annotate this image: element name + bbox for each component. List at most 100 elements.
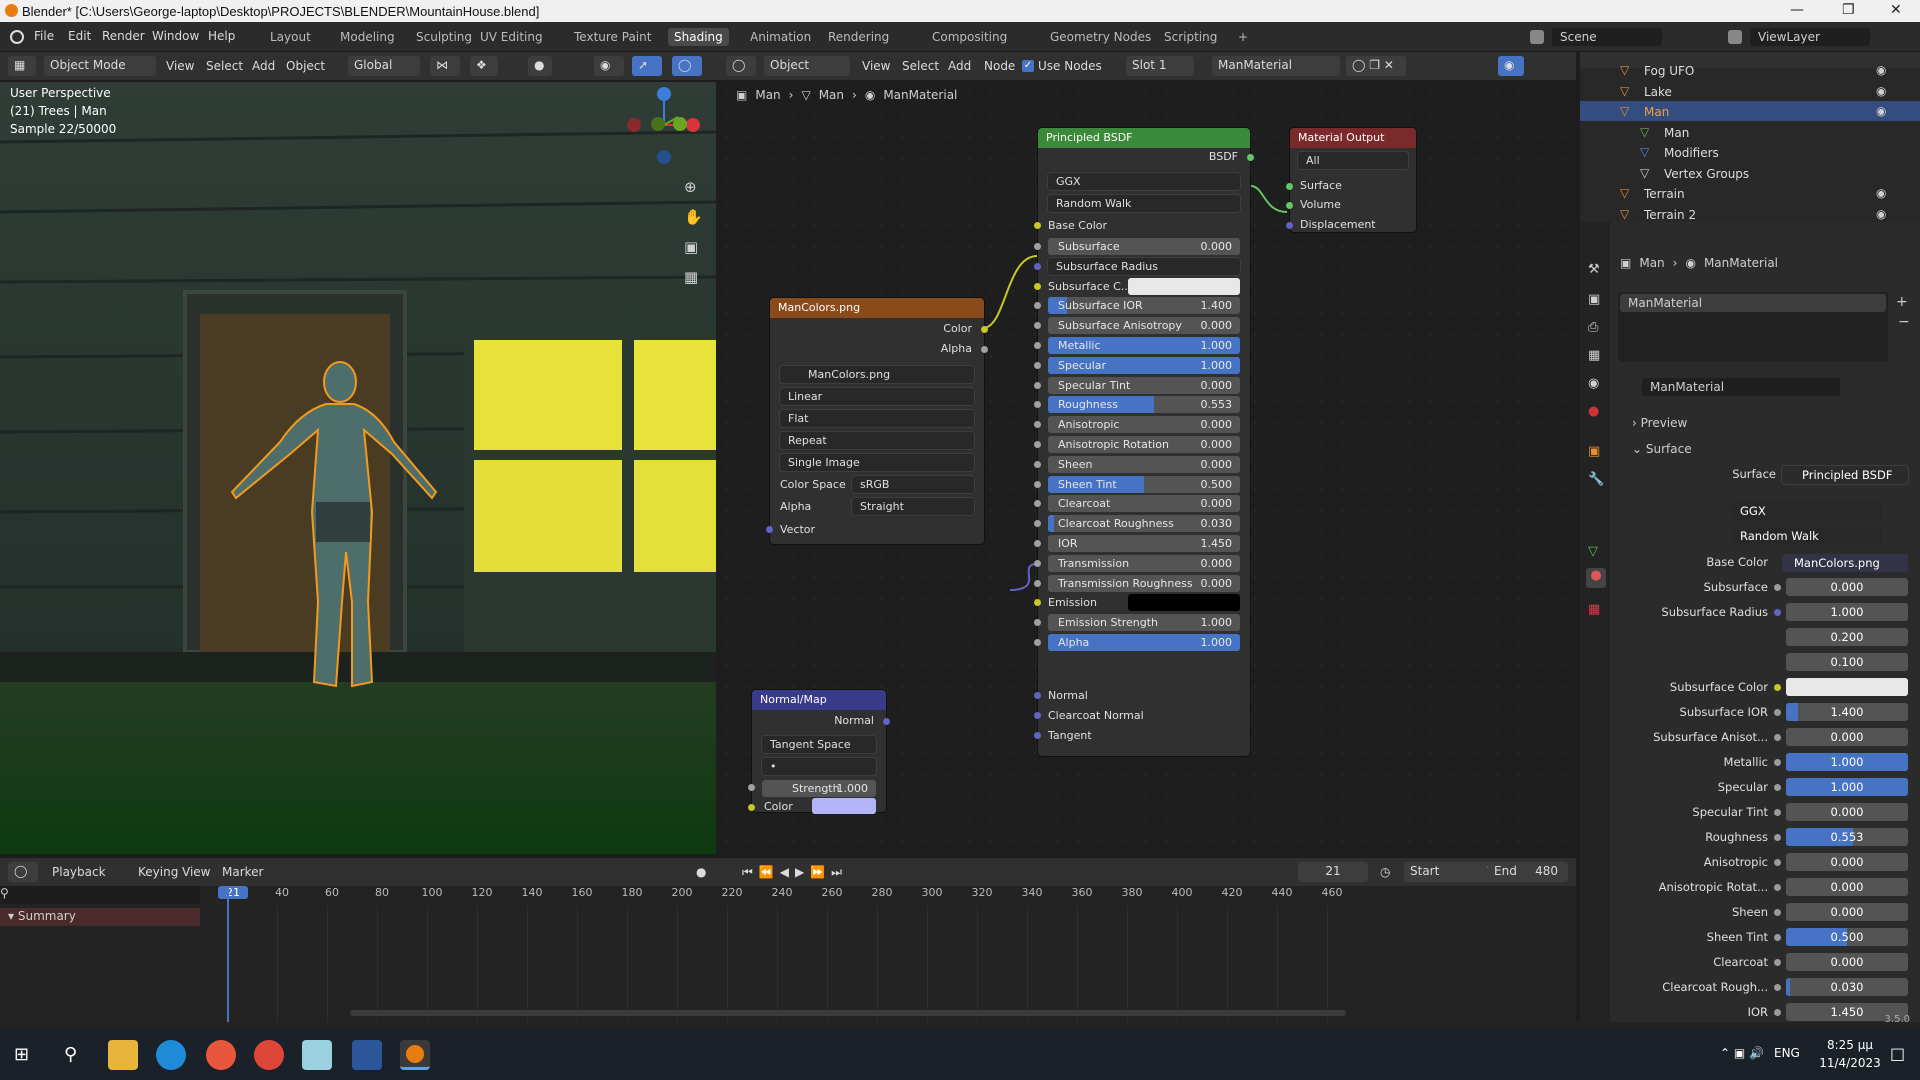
alpha-mode-dropdown[interactable]: Straight xyxy=(852,498,974,515)
projection-dropdown[interactable]: Flat xyxy=(780,410,974,427)
visibility-icon[interactable]: ◉ xyxy=(594,56,624,76)
surface-panel-header[interactable]: ⌄ Surface xyxy=(1632,442,1692,456)
render-tab-icon[interactable]: ▣ xyxy=(1588,292,1600,307)
close-icon[interactable]: ✕ xyxy=(1890,2,1902,18)
props-subsurface-radius-socket[interactable] xyxy=(1774,609,1781,616)
edge-icon[interactable] xyxy=(156,1040,186,1070)
data-tab-icon[interactable]: ▽ xyxy=(1588,544,1598,559)
socket-sheen[interactable] xyxy=(1034,460,1041,468)
socket-subsurface-radius[interactable] xyxy=(1034,262,1041,270)
props-metallic-field[interactable]: 1.000 xyxy=(1786,753,1908,771)
language-indicator[interactable]: ENG xyxy=(1774,1046,1800,1060)
outliner-row[interactable]: ▽ Vertex Groups xyxy=(1580,163,1920,183)
props-specular-field[interactable]: 1.000 xyxy=(1786,778,1908,796)
remove-slot-icon[interactable]: − xyxy=(1898,314,1910,330)
keying-menu[interactable]: Keying xyxy=(138,865,178,879)
normalmap-node-header[interactable]: Normal/Map xyxy=(752,690,886,710)
bsdf-ior-field[interactable]: IOR 1.450 xyxy=(1048,535,1240,552)
bsdf-alpha-field[interactable]: Alpha 1.000 xyxy=(1048,634,1240,651)
playback-controls[interactable]: ⏮⏪◀▶⏩⏭ xyxy=(742,865,848,880)
pan-hand-icon[interactable]: ✋ xyxy=(684,208,703,226)
props-sheen-field[interactable]: 0.000 xyxy=(1786,903,1908,921)
socket-clearcoat-roughness[interactable] xyxy=(1034,520,1041,528)
clock-date[interactable]: 11/4/2023 xyxy=(1810,1056,1890,1070)
3d-viewport[interactable]: User Perspective (21) Trees | Man Sample… xyxy=(0,82,716,854)
props-roughness-field[interactable]: 0.553 xyxy=(1786,828,1908,846)
slot-dropdown[interactable]: Slot 1 xyxy=(1126,56,1194,76)
normalmap-space-dropdown[interactable]: Tangent Space xyxy=(762,736,876,753)
modifier-tab-icon[interactable]: 🔧 xyxy=(1588,472,1604,487)
props-clearcoat-rough-field[interactable]: 0.030 xyxy=(1786,978,1908,996)
normalmap-output-socket[interactable] xyxy=(883,718,890,725)
props-distribution-dropdown[interactable]: GGX xyxy=(1732,502,1882,520)
playhead[interactable] xyxy=(227,886,229,1022)
bsdf-emission-swatch[interactable] xyxy=(1128,594,1240,612)
socket-specular[interactable] xyxy=(1034,361,1041,369)
node-overlay-icon[interactable]: ◉ xyxy=(1498,56,1524,76)
bsdf-node-header[interactable]: Principled BSDF xyxy=(1038,128,1250,148)
bsdf-subsurface-radius-dropdown[interactable]: Subsurface Radius xyxy=(1048,257,1240,275)
menu-edit[interactable]: Edit xyxy=(68,29,91,43)
socket-sheen-tint[interactable] xyxy=(1034,480,1041,488)
outliner-row[interactable]: ▽ Modifiers xyxy=(1580,142,1920,162)
bsdf-clearcoat-field[interactable]: Clearcoat 0.000 xyxy=(1048,495,1240,513)
bsdf-sheen-field[interactable]: Sheen 0.000 xyxy=(1048,455,1240,473)
surface-shader-field[interactable]: Principled BSDF xyxy=(1782,466,1908,484)
editor-type-icon[interactable]: ▦ xyxy=(8,56,36,76)
material-datablock-field[interactable]: ManMaterial xyxy=(1642,378,1840,396)
image-alpha-output-socket[interactable] xyxy=(981,346,988,353)
socket-alpha[interactable] xyxy=(1034,639,1041,646)
image-texture-node[interactable]: ManColors.png Color Alpha ManColors.png … xyxy=(766,298,988,544)
blender-taskbar-icon[interactable] xyxy=(400,1040,430,1070)
bsdf-clearcoat-roughness-field[interactable]: Clearcoat Roughness 0.030 xyxy=(1048,515,1240,533)
bsdf-transmission-roughness-field[interactable]: Transmission Roughness 0.000 xyxy=(1048,574,1240,592)
props-specular-tint-socket[interactable] xyxy=(1774,809,1781,816)
props-subsurface-socket[interactable] xyxy=(1774,584,1781,591)
menu-file[interactable]: File xyxy=(34,29,54,43)
principled-bsdf-node[interactable]: Principled BSDF BSDF GGX Random Walk Bas… xyxy=(1034,128,1254,756)
bsdf-specular-tint-field[interactable]: Specular Tint 0.000 xyxy=(1048,376,1240,394)
proportional-edit-icon[interactable]: ● xyxy=(528,56,552,76)
workspace-tab-shading[interactable]: Shading xyxy=(668,28,729,46)
tray-icons[interactable]: ⌃ ▣ 🔊 xyxy=(1720,1046,1764,1060)
interpolation-dropdown[interactable]: Linear xyxy=(780,388,974,405)
timeline-search[interactable]: ⚲ xyxy=(0,886,200,904)
image-color-output-socket[interactable] xyxy=(981,326,988,333)
workspace-tab-geometry-nodes[interactable]: Geometry Nodes xyxy=(1044,28,1157,46)
socket-transmission-roughness[interactable] xyxy=(1034,579,1041,587)
props-anisotropic-rotat-field[interactable]: 0.000 xyxy=(1786,878,1908,896)
material-slot-list[interactable]: ManMaterial xyxy=(1618,292,1888,362)
outliner-row[interactable]: ▽ Lake ◉ xyxy=(1580,81,1920,101)
notepad-icon[interactable] xyxy=(302,1040,332,1070)
blender-menu-icon[interactable] xyxy=(10,30,24,44)
firefox-icon[interactable] xyxy=(206,1040,236,1070)
uv-map-field[interactable]: • xyxy=(762,758,876,775)
props-subsurface-ior-socket[interactable] xyxy=(1774,709,1781,716)
workspace-tab-scripting[interactable]: Scripting xyxy=(1158,28,1223,46)
props-value-2-field[interactable]: 0.200 xyxy=(1786,628,1908,646)
world-tab-icon[interactable]: ● xyxy=(1588,404,1599,419)
props-subsurface-color-socket[interactable] xyxy=(1774,684,1781,691)
normal-map-node[interactable]: Normal/Map Normal Tangent Space • Streng… xyxy=(748,690,890,814)
vector-input-socket[interactable] xyxy=(766,526,773,533)
outliner-row[interactable]: ▽ Terrain ◉ xyxy=(1580,183,1920,203)
object-tab-icon[interactable]: ▣ xyxy=(1588,444,1600,459)
bsdf-metallic-field[interactable]: Metallic 1.000 xyxy=(1048,337,1240,354)
output-node-header[interactable]: Material Output xyxy=(1290,128,1416,148)
clock-time[interactable]: 8:25 μμ xyxy=(1818,1038,1882,1052)
props-anisotropic-rotat-socket[interactable] xyxy=(1774,884,1781,891)
volume-input-socket[interactable] xyxy=(1286,202,1293,209)
bsdf-anisotropic-rotation-field[interactable]: Anisotropic Rotation 0.000 xyxy=(1048,436,1240,453)
material-slot-item[interactable]: ManMaterial xyxy=(1620,294,1886,312)
outliner[interactable]: ▽ Fog UFO ◉ ▽ Lake ◉ ▽ Man ◉ ▽ Man ▽ Modifiers ▽ Verte… xyxy=(1580,63,1920,222)
bsdf-subsurface-ior-field[interactable]: Subsurface IOR 1.400 xyxy=(1048,297,1240,315)
pivot-icon[interactable]: ⋈ xyxy=(430,56,460,76)
bsdf-output-socket[interactable] xyxy=(1247,154,1254,161)
record-icon[interactable]: ● xyxy=(696,865,706,879)
use-nodes-checkbox[interactable]: ✓ xyxy=(1022,60,1034,72)
scene-tab-icon[interactable]: ◉ xyxy=(1588,376,1599,391)
color-space-dropdown[interactable]: sRGB xyxy=(852,476,974,493)
bsdf-sheen-tint-field[interactable]: Sheen Tint 0.500 xyxy=(1048,475,1240,493)
socket-anisotropic[interactable] xyxy=(1034,421,1041,429)
tool-tab-icon[interactable]: ⚒ xyxy=(1588,262,1600,277)
